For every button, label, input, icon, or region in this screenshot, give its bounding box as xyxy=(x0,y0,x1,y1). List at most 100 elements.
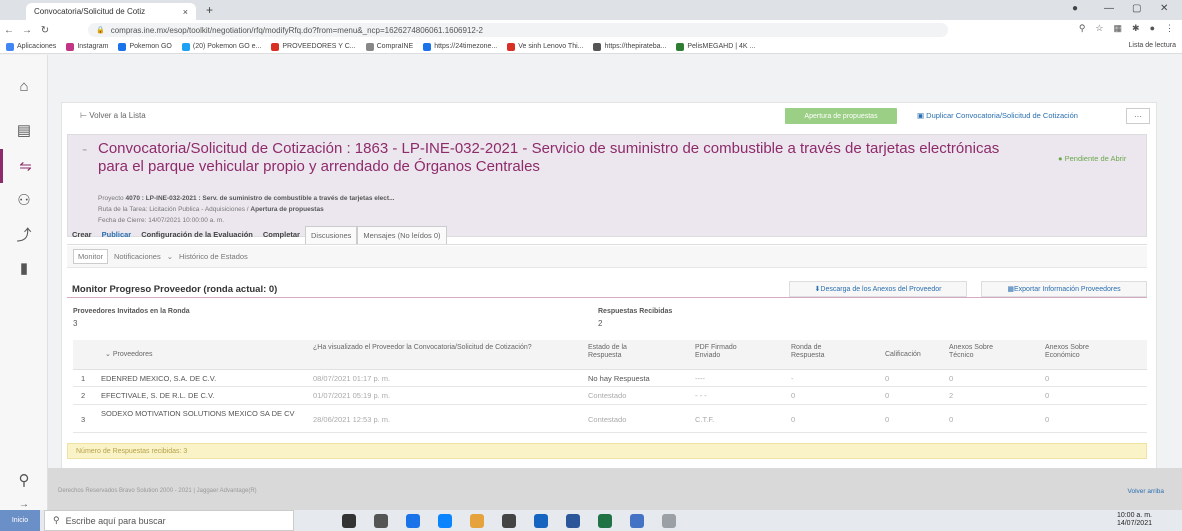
reading-list-link[interactable]: Lista de lectura xyxy=(1129,42,1176,49)
table-row: 1 EDENRED MEXICO, S.A. DE C.V. 08/07/202… xyxy=(73,370,1147,387)
avatar[interactable]: ● xyxy=(1150,23,1155,34)
excel-icon[interactable] xyxy=(598,513,612,528)
bookmark-24timezones[interactable]: https://24timezone... xyxy=(423,42,497,51)
responses-label: Respuestas Recibidas xyxy=(598,308,673,315)
minimize-icon[interactable]: — xyxy=(1104,3,1114,14)
close-window-icon[interactable]: ✕ xyxy=(1160,3,1168,14)
chrome-icon[interactable] xyxy=(406,513,420,528)
table-row: 3 SODEXO MOTIVATION SOLUTIONS MEXICO SA … xyxy=(73,405,1147,433)
subnav-history[interactable]: Histórico de Estados xyxy=(179,252,248,261)
cortana-icon[interactable] xyxy=(342,513,356,528)
left-rail: ⌂ ▤ ⇋ ⚇ ⤴ ▮ ⚲ → xyxy=(0,55,48,510)
maximize-icon[interactable]: ▢ xyxy=(1132,3,1141,14)
tab-completar[interactable]: Completar xyxy=(258,226,305,243)
status-badge: ● Pendiente de Abrir xyxy=(1058,154,1127,163)
more-options-button[interactable]: ··· xyxy=(1126,108,1150,124)
col-visualizado: ¿Ha visualizado el Proveedor la Convocat… xyxy=(313,344,532,351)
tab-crear[interactable]: Crear xyxy=(67,226,97,243)
taskbar-search[interactable]: ⚲ Escribe aquí para buscar xyxy=(44,510,294,531)
supplier-link[interactable]: EDENRED MEXICO, S.A. DE C.V. xyxy=(101,374,216,383)
taskbar-apps xyxy=(342,513,676,528)
extension-icon[interactable]: ▦ xyxy=(1114,23,1123,34)
close-tab-icon[interactable]: × xyxy=(183,7,188,17)
collapse-icon[interactable]: - xyxy=(82,141,87,159)
analytics-icon[interactable]: ⤴ xyxy=(0,217,48,251)
url-text: compras.ine.mx/esop/toolkit/negotiation/… xyxy=(110,25,483,35)
mail-icon[interactable] xyxy=(534,513,548,528)
tab-title: Convocatoria/Solicitud de Cotiz xyxy=(34,7,146,16)
profile-icon[interactable]: ● xyxy=(1072,3,1078,14)
sub-navigation: Monitor Notificaciones ⌄ Histórico de Es… xyxy=(67,246,1147,268)
forward-arrow-icon[interactable]: → xyxy=(18,25,36,36)
col-calificacion: Calificación xyxy=(885,351,921,358)
download-annexes-button[interactable]: ⬇ Descarga de los Anexos del Proveedor xyxy=(789,281,967,297)
col-economico: Anexos Sobre Económico xyxy=(1045,344,1089,359)
bookmark-piratebay[interactable]: https://thepirateba... xyxy=(593,42,666,51)
word-icon[interactable] xyxy=(566,513,580,528)
main-page: ⊢ Volver a la Lista Apertura de propuest… xyxy=(48,55,1182,510)
documents-icon[interactable]: ▮ xyxy=(0,251,48,285)
duplicate-link[interactable]: ▣ Duplicar Convocatoria/Solicitud de Cot… xyxy=(917,111,1078,120)
store-icon[interactable] xyxy=(502,513,516,528)
teams-icon[interactable] xyxy=(630,513,644,528)
table-header: ⌄ Proveedores ¿Ha visualizado el Proveed… xyxy=(73,340,1147,370)
reload-icon[interactable]: ↻ xyxy=(36,25,54,36)
home-icon[interactable]: ⌂ xyxy=(0,69,48,103)
invited-value: 3 xyxy=(73,319,78,328)
star-icon[interactable]: ☆ xyxy=(1095,23,1103,34)
col-pdf: PDF Firmado Enviado xyxy=(695,344,737,359)
tab-publicar[interactable]: Publicar xyxy=(97,226,137,243)
back-to-list-link[interactable]: ⊢ Volver a la Lista xyxy=(80,111,146,120)
inbox-icon[interactable]: ▤ xyxy=(0,113,48,147)
monitor-title: Monitor Progreso Proveedor (ronda actual… xyxy=(72,284,278,295)
responses-value: 2 xyxy=(598,319,603,328)
sourcing-icon[interactable]: ⇋ xyxy=(0,149,48,183)
col-estado: Estado de la Respuesta xyxy=(588,344,627,359)
start-button[interactable]: Inicio xyxy=(0,510,40,531)
new-tab-icon[interactable]: + xyxy=(206,3,213,17)
bookmark-apps[interactable]: Aplicaciones xyxy=(6,42,56,51)
bookmark-proveedores[interactable]: PROVEEDORES Y C... xyxy=(271,42,356,51)
search-icon: ⚲ xyxy=(53,515,60,525)
browser-tab[interactable]: Convocatoria/Solicitud de Cotiz × xyxy=(26,3,196,20)
bookmark-instagram[interactable]: Instagram xyxy=(66,42,108,51)
browser-tabbar: Convocatoria/Solicitud de Cotiz × + ● — … xyxy=(0,0,1182,20)
tab-configuracion[interactable]: Configuración de la Evaluación xyxy=(136,226,258,243)
col-tecnico: Anexos Sobre Técnico xyxy=(949,344,993,359)
invited-label: Proveedores Invitados en la Ronda xyxy=(73,308,190,315)
puzzle-icon[interactable]: ✱ xyxy=(1132,23,1140,34)
col-proveedores[interactable]: ⌄ Proveedores xyxy=(105,351,153,359)
workflow-tabs: Crear Publicar Configuración de la Evalu… xyxy=(67,225,1147,245)
lock-icon: 🔒 xyxy=(96,27,105,34)
export-suppliers-button[interactable]: ▦ Exportar Información Proveedores xyxy=(981,281,1147,297)
task-view-icon[interactable] xyxy=(374,513,388,528)
file-explorer-icon[interactable] xyxy=(470,513,484,528)
supplier-link[interactable]: SODEXO MOTIVATION SOLUTIONS MEXICO SA DE… xyxy=(101,409,301,418)
menu-dots-icon[interactable]: ⋮ xyxy=(1165,23,1174,34)
divider xyxy=(67,297,1147,298)
subnav-monitor[interactable]: Monitor xyxy=(73,249,109,264)
zoom-icon[interactable]: ⚲ xyxy=(1079,23,1086,34)
close-date: Fecha de Cierre: 14/07/2021 10:00:00 a. … xyxy=(98,217,225,224)
url-field[interactable]: 🔒 compras.ine.mx/esop/toolkit/negotiatio… xyxy=(88,23,948,37)
tab-discusiones[interactable]: Discusiones xyxy=(304,225,358,244)
suppliers-icon[interactable]: ⚇ xyxy=(0,183,48,217)
open-proposals-button[interactable]: Apertura de propuestas xyxy=(785,108,897,124)
responses-count-bar: Número de Respuestas recibidas: 3 xyxy=(67,443,1147,459)
chevron-down-icon[interactable]: ⌄ xyxy=(167,252,173,261)
subnav-notifications[interactable]: Notificaciones xyxy=(114,252,161,261)
edge-icon[interactable] xyxy=(438,513,452,528)
route-line: Ruta de la Tarea: Licitación Publica - A… xyxy=(98,206,324,213)
tab-mensajes[interactable]: Mensajes (No leídos 0) xyxy=(357,225,447,244)
paint-icon[interactable] xyxy=(662,513,676,528)
back-to-top-link[interactable]: Volver arriba xyxy=(1128,488,1165,495)
system-clock[interactable]: 10:00 a. m. 14/07/2021 xyxy=(1117,512,1152,528)
page-title: Convocatoria/Solicitud de Cotización : 1… xyxy=(98,140,1000,175)
bookmark-compraine[interactable]: CompraINE xyxy=(365,42,413,51)
supplier-link[interactable]: EFECTIVALE, S. DE R.L. DE C.V. xyxy=(101,391,214,400)
bookmark-pelismega[interactable]: PelisMEGAHD | 4K ... xyxy=(676,42,755,51)
back-arrow-icon[interactable]: ← xyxy=(0,25,18,36)
bookmark-youtube[interactable]: Ve sinh Lenovo Thi... xyxy=(507,42,583,51)
bookmark-pokemon-go[interactable]: Pokemon GO xyxy=(118,42,172,51)
bookmark-twitter[interactable]: (20) Pokemon GO e... xyxy=(181,42,261,51)
